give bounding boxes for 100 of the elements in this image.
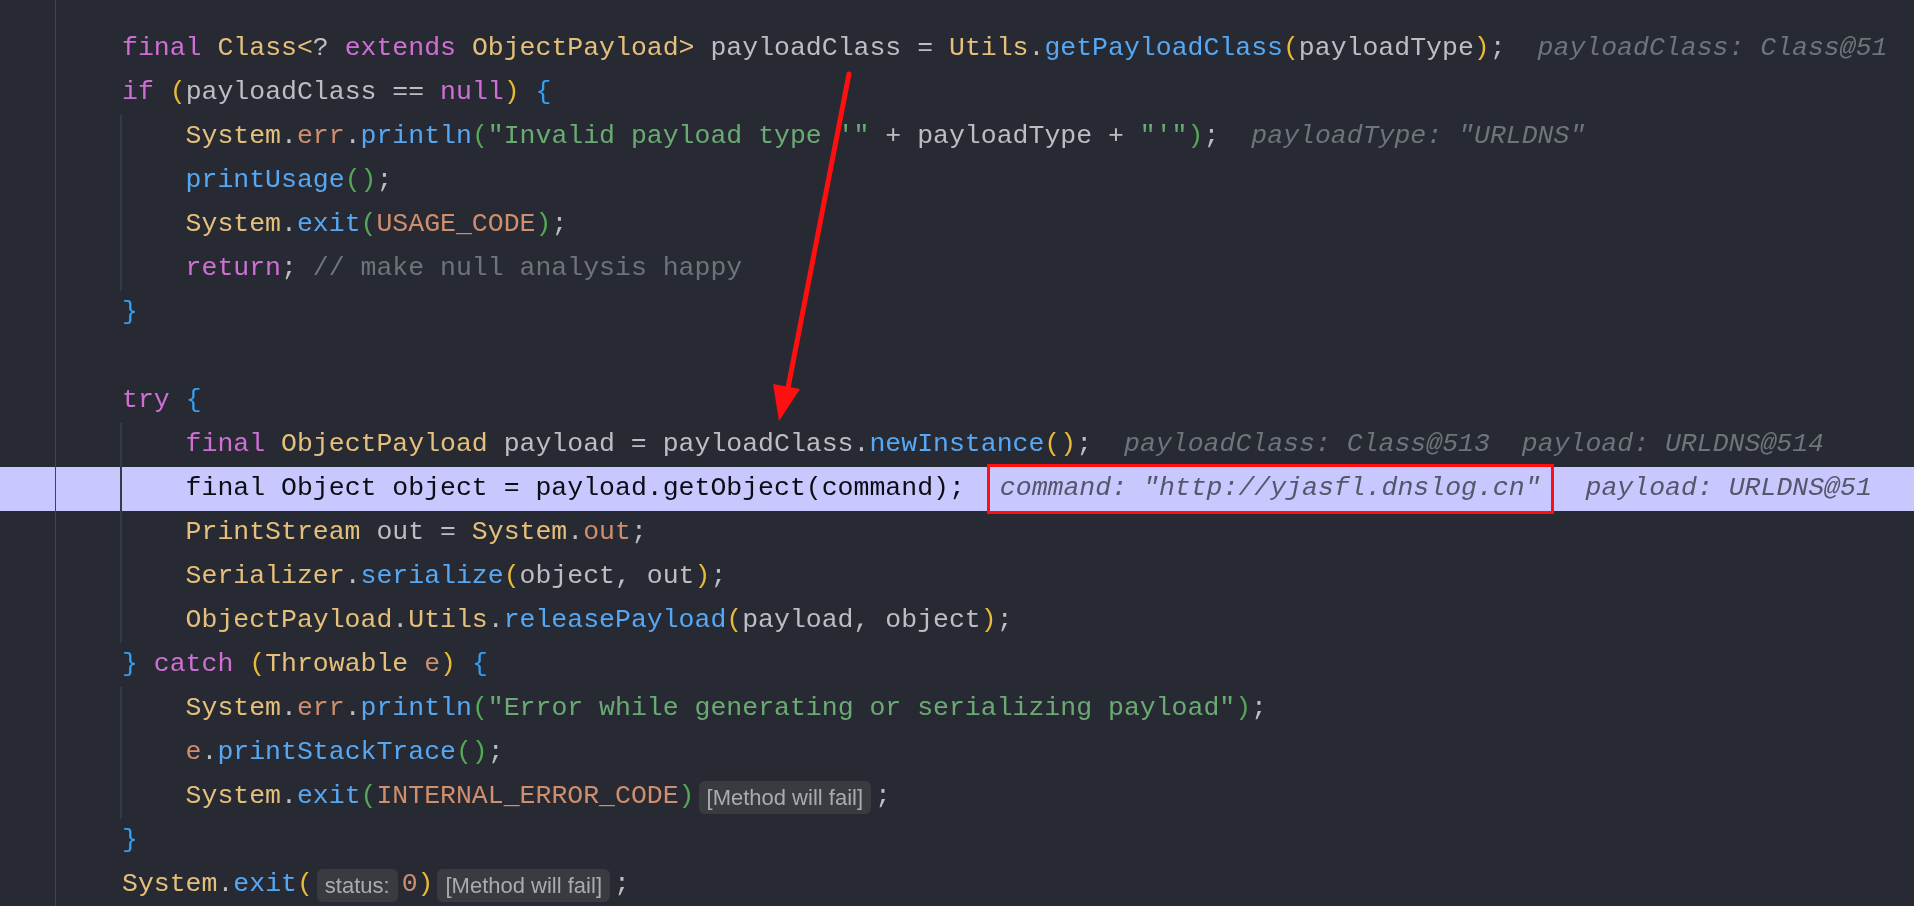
- type-name: PrintStream: [185, 516, 361, 550]
- bracket: (: [360, 208, 377, 242]
- bracket: (: [169, 76, 186, 110]
- field-name: e: [185, 736, 202, 770]
- code-text: .: [217, 868, 234, 902]
- field-name: out: [583, 516, 631, 550]
- code-text: payloadClass =: [709, 32, 935, 66]
- bracket: {: [535, 76, 552, 110]
- code-text: ;: [1251, 692, 1267, 726]
- method-name: releasePayload: [503, 604, 727, 638]
- code-text: .: [201, 736, 218, 770]
- bracket: {: [185, 384, 202, 418]
- code-text: .: [344, 560, 361, 594]
- type-name: Utils: [408, 604, 488, 638]
- code-text: payloadClass ==: [185, 76, 426, 110]
- type-name: Utils: [949, 32, 1029, 66]
- debug-value: command: "http://yjasfl.dnslog.cn": [986, 464, 1554, 514]
- field-name: err: [296, 692, 345, 726]
- code-text: payload = payloadClass.: [502, 428, 870, 462]
- type-name: Class<: [217, 32, 313, 66]
- type-name: System: [122, 868, 218, 902]
- bracket: ): [694, 560, 711, 594]
- inlay-hint: status:: [316, 868, 398, 902]
- bracket: (: [249, 648, 266, 682]
- code-text: .: [281, 120, 297, 154]
- bracket: ): [417, 868, 434, 902]
- bracket: ): [1473, 32, 1490, 66]
- constant-name: USAGE_CODE: [376, 208, 536, 242]
- method-name: printStackTrace: [217, 736, 456, 770]
- bracket: ): [440, 648, 457, 682]
- type-name: System: [471, 516, 568, 550]
- bracket: ): [1235, 692, 1252, 726]
- method-name: exit: [296, 208, 361, 242]
- code-text: .: [344, 692, 361, 726]
- debug-value: payload: URLDNS@51: [1585, 472, 1872, 506]
- string-literal: "'": [1139, 120, 1188, 154]
- code-text: ;: [996, 604, 1013, 638]
- string-literal: "Invalid payload type '": [487, 120, 870, 154]
- bracket: (): [455, 736, 488, 770]
- type-name: System: [185, 692, 281, 726]
- bracket: (: [471, 120, 488, 154]
- debug-value: payloadClass: Class@513: [1124, 428, 1490, 462]
- bracket: (: [1282, 32, 1299, 66]
- bracket: ): [980, 604, 997, 638]
- method-name: printUsage: [185, 164, 345, 198]
- type-name: Object: [281, 472, 377, 506]
- code-text: .: [392, 604, 409, 638]
- bracket: {: [471, 648, 488, 682]
- debug-value: payloadClass: Class@51: [1537, 32, 1888, 66]
- keyword: try: [122, 384, 171, 418]
- type-name: Serializer: [185, 560, 345, 594]
- type-name: System: [185, 780, 281, 814]
- debug-value: payloadType: "URLDNS": [1251, 120, 1586, 154]
- code-text: ?: [312, 32, 330, 66]
- type-name: Throwable: [265, 648, 410, 682]
- debug-value: payload: URLDNS@514: [1521, 428, 1824, 462]
- bracket: }: [122, 648, 139, 682]
- type-name: ObjectPayload: [185, 604, 393, 638]
- inlay-hint: [Method will fail]: [698, 780, 872, 814]
- bracket: ): [933, 472, 949, 506]
- inlay-hint: [Method will fail]: [437, 868, 610, 902]
- bracket: (: [471, 692, 488, 726]
- code-text: .: [567, 516, 584, 550]
- keyword: return: [185, 252, 281, 286]
- method-name: serialize: [360, 560, 504, 594]
- code-text: ;: [1203, 120, 1220, 154]
- keyword: catch: [153, 648, 235, 682]
- code-text: ;: [376, 164, 393, 198]
- code-text: payloadType: [1298, 32, 1474, 66]
- keyword: null: [440, 76, 504, 110]
- constant-name: 0: [401, 868, 418, 902]
- code-text: ;: [614, 868, 630, 902]
- code-text: .: [487, 604, 504, 638]
- keyword: extends: [344, 32, 457, 66]
- keyword: final: [185, 472, 267, 506]
- code-text: command: [821, 472, 934, 506]
- code-text: .: [281, 208, 297, 242]
- code-text: ;: [551, 208, 568, 242]
- code-text: ;: [630, 516, 647, 550]
- bracket: (: [726, 604, 743, 638]
- string-literal: "Error while generating or serializing payload": [487, 692, 1236, 726]
- code-text: ;: [281, 252, 298, 286]
- type-name: ObjectPayload: [281, 428, 488, 462]
- bracket: ): [535, 208, 552, 242]
- code-text: .: [344, 120, 361, 154]
- constant-name: INTERNAL_ERROR_CODE: [376, 780, 679, 814]
- bracket: (): [1044, 428, 1077, 462]
- method-name: println: [360, 692, 472, 726]
- code-text: + payloadType +: [884, 120, 1125, 154]
- keyword: final: [185, 428, 267, 462]
- code-text: ;: [1489, 32, 1506, 66]
- field-name: e: [424, 648, 441, 682]
- bracket: (): [344, 164, 377, 198]
- field-name: err: [296, 120, 345, 154]
- bracket: (: [296, 868, 313, 902]
- method-name: exit: [233, 868, 297, 902]
- bracket: (: [503, 560, 520, 594]
- method-name: getPayloadClass: [1044, 32, 1283, 66]
- method-name: getObject: [662, 472, 806, 506]
- code-text: object = payload.: [391, 472, 663, 506]
